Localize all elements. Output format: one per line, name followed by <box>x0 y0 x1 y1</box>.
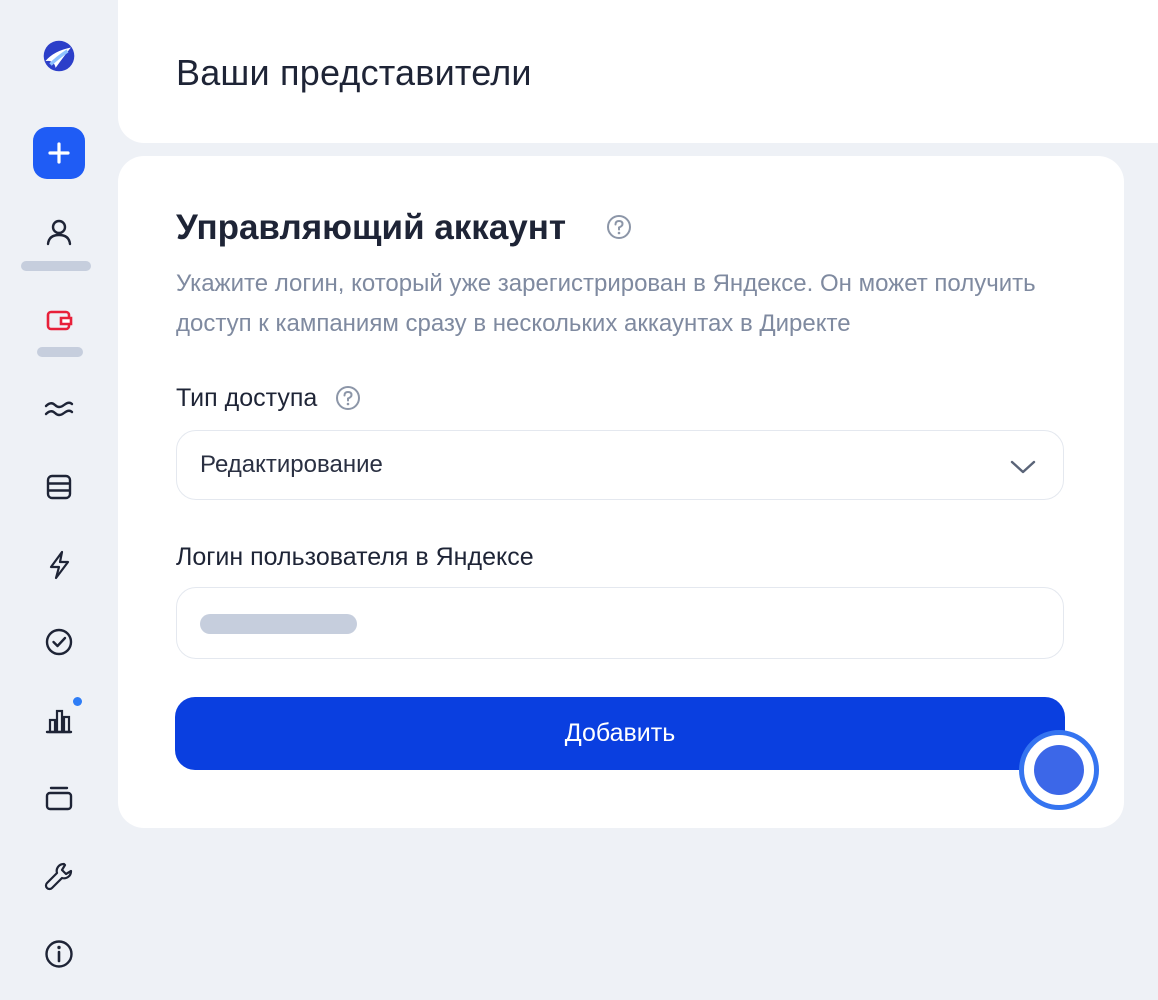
chevron-down-icon <box>1010 460 1036 474</box>
question-icon[interactable] <box>606 214 632 240</box>
page-title: Ваши представители <box>176 52 532 93</box>
info-icon <box>45 940 73 968</box>
representatives-form-card: Управляющий аккаунт Укажите логин, котор… <box>118 156 1124 828</box>
bar-chart-icon <box>45 709 73 734</box>
login-label: Логин пользователя в Яндексе <box>176 543 534 571</box>
access-type-value: Редактирование <box>200 451 383 478</box>
sidebar-item-tasks[interactable] <box>33 616 85 668</box>
add-button[interactable]: Добавить <box>175 697 1065 770</box>
page-header: Ваши представители <box>118 0 1158 143</box>
waves-icon <box>44 401 74 417</box>
check-circle-icon <box>45 628 73 656</box>
lightning-icon <box>49 550 70 580</box>
access-type-select[interactable]: Редактирование <box>176 430 1064 500</box>
click-indicator <box>1019 730 1099 810</box>
click-indicator-dot <box>1034 745 1084 795</box>
wallet-icon <box>46 310 73 331</box>
sidebar-item-account-underline <box>21 261 91 271</box>
user-icon <box>46 219 72 246</box>
access-type-label: Тип доступа <box>176 384 318 412</box>
sidebar-item-wallet-underline <box>37 347 83 357</box>
sidebar-item-tools[interactable] <box>33 850 85 902</box>
plus-icon <box>48 142 70 164</box>
sidebar-item-campaigns[interactable] <box>33 461 85 513</box>
sidebar-item-account[interactable] <box>33 206 85 258</box>
sidebar <box>0 0 118 1000</box>
logo-icon[interactable] <box>33 30 85 82</box>
section-title: Управляющий аккаунт <box>176 208 567 247</box>
sidebar-item-library[interactable] <box>33 772 85 824</box>
add-button[interactable] <box>33 127 85 179</box>
layers-icon <box>45 786 73 811</box>
section-description: Укажите логин, который уже зарегистриров… <box>176 270 1036 337</box>
login-input[interactable] <box>176 587 1064 659</box>
masked-login-value <box>200 614 357 634</box>
list-icon <box>46 474 72 500</box>
notification-dot <box>73 697 82 706</box>
sidebar-item-wallet[interactable] <box>33 294 85 346</box>
sidebar-item-statistics[interactable] <box>33 383 85 435</box>
wrench-icon <box>44 862 73 891</box>
sidebar-item-help[interactable] <box>33 928 85 980</box>
sidebar-item-auto[interactable] <box>33 539 85 591</box>
question-icon[interactable] <box>335 385 361 411</box>
